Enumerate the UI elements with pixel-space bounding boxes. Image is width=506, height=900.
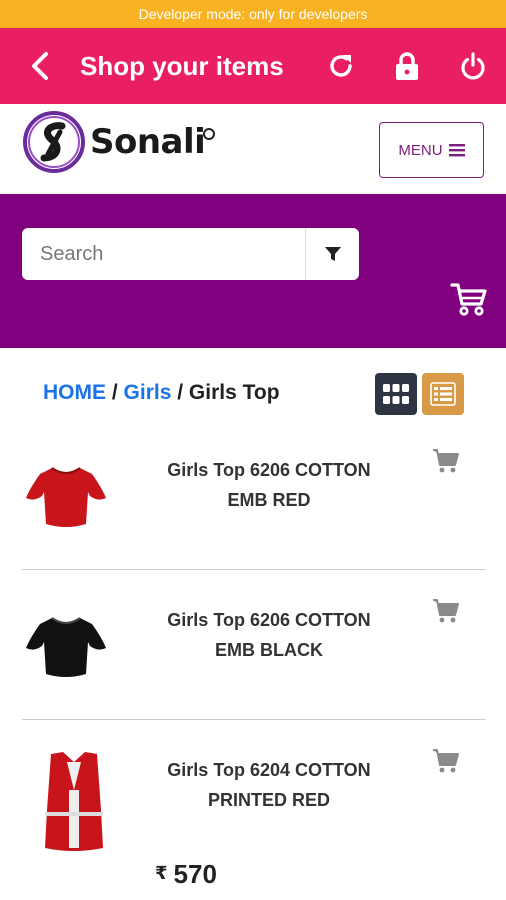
product-name: Girls Top 6204 COTTON PRINTED RED [140,755,398,815]
developer-mode-banner: Developer mode: only for developers [0,0,506,28]
cart-icon [450,283,487,316]
search-input[interactable] [22,228,305,280]
product-name-line: Girls Top 6204 COTTON [167,760,371,780]
hamburger-icon [448,144,465,157]
breadcrumb-girls-link[interactable]: Girls [124,381,172,404]
product-item[interactable]: Girls Top 6206 COTTON EMB BLACK [0,570,506,720]
brand-logo[interactable]: Sonali [22,110,216,174]
product-name: Girls Top 6206 COTTON EMB BLACK [140,605,398,665]
app-bar: Shop your items [0,28,506,104]
breadcrumb-home-link[interactable]: HOME [43,381,106,404]
logo-dot [203,128,216,140]
site-header: Sonali MENU [0,104,506,194]
product-price: ₹570 [155,859,217,890]
product-name-line: EMB BLACK [215,640,323,660]
rupee-symbol: ₹ [155,863,168,883]
product-name-line: PRINTED RED [207,790,330,810]
product-image [26,467,106,527]
breadcrumb-current: Girls Top [188,381,280,404]
lock-button[interactable] [374,28,440,104]
filter-button[interactable] [305,228,359,280]
logo-text: Sonali [90,122,206,162]
page-title: Shop your items [80,50,284,81]
power-icon [461,52,485,80]
product-name-line: Girls Top 6206 COTTON [167,460,371,480]
search-band [0,194,506,348]
power-button[interactable] [440,28,506,104]
product-name-line: EMB RED [227,490,311,510]
add-to-cart-icon[interactable] [432,748,460,774]
breadcrumb-separator: / [111,381,118,404]
price-value: 570 [173,859,217,889]
back-button[interactable] [0,28,80,104]
cart-button[interactable] [450,280,488,318]
product-name-line: Girls Top 6206 COTTON [167,610,371,630]
add-to-cart-icon[interactable] [432,598,460,624]
product-image [45,752,103,851]
lock-icon [396,52,418,80]
list-view-button[interactable] [422,373,464,415]
sonali-logo-icon [23,111,85,173]
search-box [22,228,359,280]
grid-view-button[interactable] [375,373,417,415]
refresh-button[interactable] [308,28,374,104]
product-name: Girls Top 6206 COTTON EMB RED [140,455,398,515]
product-item[interactable]: Girls Top 6204 COTTON PRINTED RED [0,720,506,870]
back-arrow-icon [32,52,48,80]
product-item[interactable]: Girls Top 6206 COTTON EMB RED [0,420,506,570]
developer-mode-text: Developer mode: only for developers [138,6,368,22]
menu-label: MENU [398,141,443,159]
product-image [26,617,106,677]
refresh-icon [330,55,352,77]
grid-icon [383,384,409,404]
filter-icon [324,247,341,261]
list-icon [430,382,456,406]
breadcrumb-separator: / [177,381,184,404]
menu-button[interactable]: MENU [379,122,484,178]
add-to-cart-icon[interactable] [432,448,460,474]
breadcrumb: HOME / Girls / Girls Top [43,381,280,405]
